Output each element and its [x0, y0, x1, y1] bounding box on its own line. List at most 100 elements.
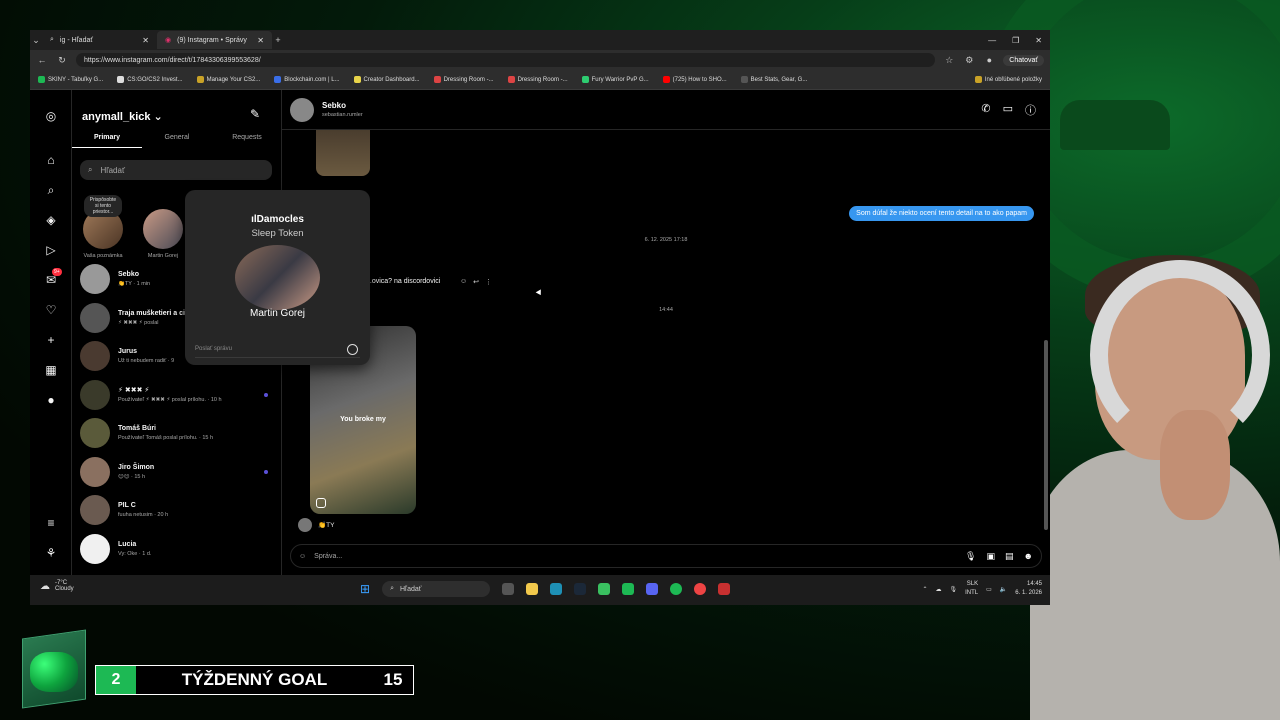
bookmark[interactable]: CS:GO/CS2 Invest...	[117, 76, 183, 83]
edge-icon[interactable]	[550, 583, 563, 595]
close-window-icon[interactable]: ✕	[1035, 36, 1042, 45]
weekly-goal-widget: 2 TÝŽDENNÝ GOAL 15	[95, 665, 414, 695]
thread-item[interactable]: Lucia Vy: Oke · 1 d.	[80, 530, 280, 569]
taskbar-search[interactable]: ⌕ Hľadať	[382, 581, 491, 597]
bookmark[interactable]: Dressing Room -...	[507, 76, 568, 83]
avatar	[143, 209, 183, 249]
bookmark[interactable]: Dressing Room -...	[433, 76, 494, 83]
dashboard-icon[interactable]: ▦	[43, 362, 59, 378]
image-icon[interactable]: ▣	[986, 551, 995, 562]
message-input[interactable]: ☺ Správa... 🎙 ▣ ▤ ☻	[290, 544, 1042, 568]
emoji-icon[interactable]	[347, 344, 358, 355]
create-icon[interactable]: +	[43, 332, 59, 348]
bookmark[interactable]: Creator Dashboard...	[353, 76, 420, 83]
inbox-search-input[interactable]: ⌕ Hľadať	[80, 160, 272, 180]
avatar	[80, 264, 110, 295]
emoji-react-icon[interactable]: ☺	[460, 278, 467, 286]
bookmark[interactable]: Blockchain.com | L...	[274, 76, 340, 83]
chat-button[interactable]: Chatovať	[1003, 54, 1044, 66]
bookmark[interactable]: SKINY - Tabuľky G...	[38, 76, 103, 83]
task-view-icon[interactable]	[502, 583, 515, 595]
clock[interactable]: 14:45 6. 1. 2026	[1015, 580, 1042, 598]
scrollbar-thumb[interactable]	[1044, 340, 1048, 530]
chrome-icon[interactable]	[694, 583, 707, 595]
reels-icon[interactable]: ▷	[43, 242, 59, 258]
account-switcher[interactable]: anymall_kick ⌄	[82, 110, 163, 123]
reply-icon[interactable]: ↩	[473, 278, 479, 286]
more-icon[interactable]: ⋮	[485, 278, 492, 286]
search-icon[interactable]: ⌕	[43, 182, 59, 198]
profile-avatar[interactable]: ●	[43, 392, 59, 408]
webcam-streamer	[1010, 250, 1280, 720]
avatar	[80, 302, 110, 333]
explore-icon[interactable]: ◈	[43, 212, 59, 228]
windows-start-icon[interactable]: ⊞	[360, 582, 370, 596]
volume-icon[interactable]: 🔈	[1000, 586, 1007, 593]
close-icon[interactable]: ✕	[257, 36, 264, 45]
info-icon[interactable]: ⓘ	[1025, 102, 1036, 118]
bookmark[interactable]: Manage Your CS2...	[196, 76, 260, 83]
new-tab-icon[interactable]: +	[272, 35, 284, 45]
sticker-icon[interactable]: ☻	[1024, 551, 1033, 562]
play-icon[interactable]	[598, 583, 611, 595]
gif-icon[interactable]: ▤	[1005, 551, 1014, 562]
close-icon[interactable]: ✕	[142, 36, 149, 45]
tab-instagram[interactable]: ◉ (9) Instagram • Správy ✕	[157, 31, 272, 49]
meta-icon[interactable]: ⚘	[43, 545, 59, 561]
home-icon[interactable]: ⌂	[43, 152, 59, 168]
minimize-icon[interactable]: —	[988, 36, 996, 45]
thread-item[interactable]: Jiro Šimon 😊😊 · 15 h	[80, 453, 280, 492]
thread-item[interactable]: PIL C fuuha netusim · 20 h	[80, 491, 280, 530]
chevron-up-icon[interactable]: ⌃	[922, 586, 927, 593]
video-icon[interactable]: ▭	[1003, 102, 1013, 118]
emoji-icon[interactable]: ☺	[299, 553, 306, 560]
discord-icon[interactable]	[646, 583, 659, 595]
contact-name[interactable]: Sebko	[322, 101, 363, 110]
compose-icon[interactable]: ✎	[250, 107, 260, 121]
onedrive-icon[interactable]: ☁	[936, 586, 942, 593]
instagram-logo-icon[interactable]: ◎	[43, 108, 59, 124]
shared-image[interactable]	[316, 130, 370, 176]
tab-list-icon[interactable]: ⌄	[30, 35, 42, 46]
phone-icon[interactable]: ✆	[981, 102, 990, 118]
tab-search[interactable]: ⌕ ig - Hľadať ✕	[42, 31, 157, 49]
other-bookmarks[interactable]: Iné obľúbené položky	[974, 76, 1042, 83]
reply-input[interactable]: Poslať správu	[195, 340, 360, 358]
mic-tray-icon[interactable]: 🎙	[950, 586, 958, 593]
network-icon[interactable]: ▭	[986, 586, 992, 593]
avatar	[80, 379, 110, 410]
outgoing-message[interactable]: Som dúfal že niekto ocení tento detail n…	[849, 206, 1034, 221]
thread-item[interactable]: ⚡ ✖✖✖ ⚡ Používateľ ⚡ ✖✖✖ ⚡ poslal prílohu…	[80, 376, 280, 415]
thread-name: Tomáš Búri	[118, 425, 156, 433]
bookmark[interactable]: Best Stats, Gear, G...	[740, 76, 807, 83]
tab-primary[interactable]: Primary	[72, 134, 142, 148]
scrollbar[interactable]	[1044, 130, 1048, 570]
app-icon[interactable]	[718, 583, 731, 595]
note-martin[interactable]: Martin Gorej	[140, 195, 186, 259]
extensions-icon[interactable]: ⚙	[963, 55, 975, 66]
menu-icon[interactable]: ≡	[43, 515, 59, 531]
tab-general[interactable]: General	[142, 134, 212, 148]
bookmark[interactable]: Fury Warrior PvP G...	[581, 76, 649, 83]
incoming-message[interactable]: ...ovica? na discordovici	[366, 278, 440, 285]
tab-requests[interactable]: Requests	[212, 134, 282, 148]
language-indicator[interactable]: SLK INTL	[965, 580, 978, 598]
file-explorer-icon[interactable]	[526, 583, 539, 595]
profile-icon[interactable]: ●	[983, 55, 995, 65]
restore-icon[interactable]: ❐	[1012, 36, 1019, 45]
reaction-message[interactable]: 👏TY	[318, 521, 334, 529]
microphone-icon[interactable]: 🎙	[965, 551, 976, 562]
avatar[interactable]	[290, 97, 314, 122]
steam-icon[interactable]	[574, 583, 587, 595]
app-icon[interactable]	[622, 583, 635, 595]
back-icon[interactable]: ←	[36, 55, 48, 65]
thread-item[interactable]: Tomáš Búri Používateľ Tomáš poslal príloh…	[80, 414, 280, 453]
spotify-icon[interactable]	[670, 583, 683, 595]
star-icon[interactable]: ☆	[943, 55, 955, 66]
weather-widget[interactable]: ☁ -7°C Cloudy	[40, 580, 74, 592]
bookmark[interactable]: (725) How to SHO...	[662, 76, 727, 83]
reload-icon[interactable]: ↻	[56, 55, 68, 66]
note-own[interactable]: Prispôsobte si tento priestor... Vaša po…	[80, 195, 126, 259]
url-field[interactable]: https://www.instagram.com/direct/t/17843…	[76, 53, 936, 67]
heart-icon[interactable]: ♡	[43, 302, 59, 318]
